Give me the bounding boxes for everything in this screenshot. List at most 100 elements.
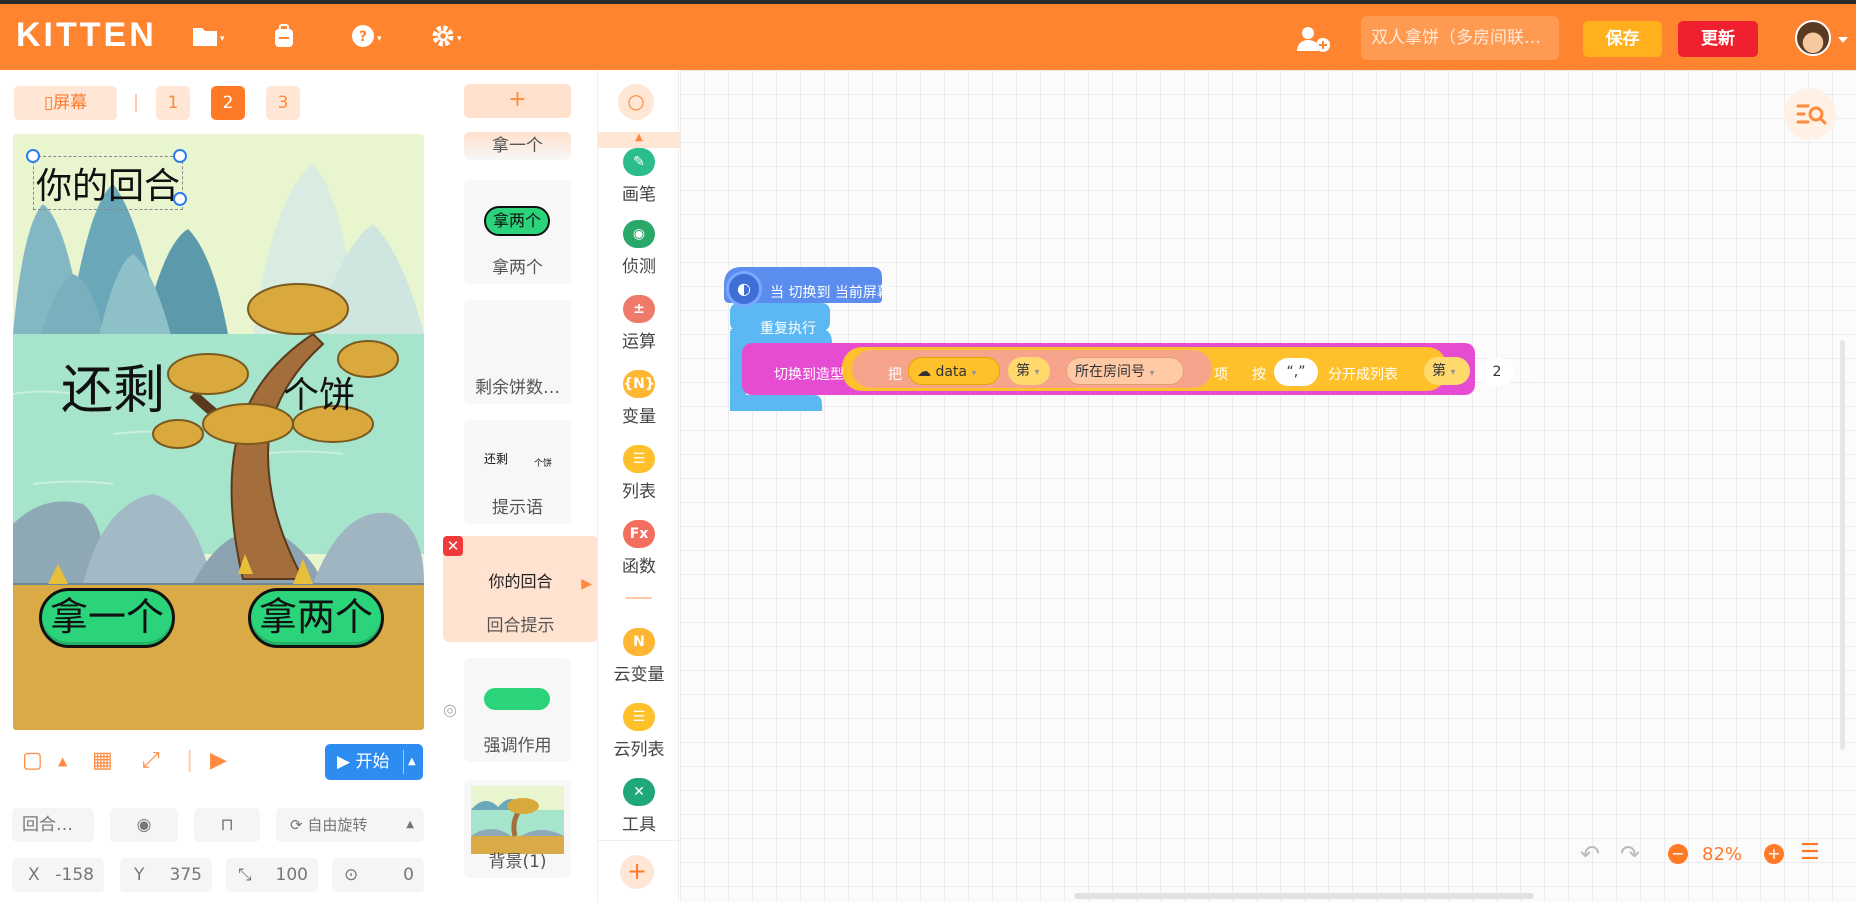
chevron-right-icon[interactable]: ▶	[581, 576, 592, 592]
repeat-forever-block[interactable]: 重复执行	[760, 318, 816, 338]
align-blocks-icon[interactable]: ☰	[1800, 840, 1820, 865]
take-two-button[interactable]: 拿两个	[248, 588, 384, 648]
project-name-field[interactable]: 双人拿饼（多房间联…	[1361, 16, 1559, 60]
sprite-item[interactable]: 剩余饼数…	[464, 300, 571, 404]
undo-icon[interactable]: ↶	[1580, 840, 1600, 868]
unlock-icon: ⊓	[220, 815, 234, 835]
block-text: 按	[1252, 367, 1266, 383]
category-pen[interactable]: ✎ 画笔	[598, 148, 680, 205]
sprite-name-field[interactable]: 回合…	[12, 808, 94, 842]
category-cloud-variables[interactable]: N 云变量	[598, 628, 680, 685]
add-extension-button[interactable]: +	[620, 855, 654, 889]
search-icon[interactable]: ○	[618, 84, 654, 120]
sprite-thumbnail	[484, 688, 550, 710]
category-operators[interactable]: ± 运算	[598, 295, 680, 352]
sprite-name: 强调作用	[483, 736, 552, 756]
sprite-thumbnail: 还剩	[484, 452, 509, 466]
screen-tab-1[interactable]: 1	[156, 86, 190, 120]
when-switch-screen-block[interactable]: 当 切换到 当前屏幕	[770, 282, 891, 302]
code-workspace[interactable]: ◐ 当 切换到 当前屏幕 重复执行 切换到造型 把 ☁ data ▾ 第 ▾ 所…	[680, 70, 1856, 902]
category-tools[interactable]: ✕ 工具	[598, 778, 680, 835]
start-button[interactable]: ▶ 开始 ▲	[325, 744, 423, 780]
stage-size-icon[interactable]: ▢	[22, 748, 43, 773]
sensor-icon: ◉	[623, 220, 655, 248]
remaining-text[interactable]: 还剩	[61, 348, 165, 423]
add-sprite-button[interactable]: +	[464, 84, 571, 118]
vertical-scrollbar[interactable]	[1840, 340, 1845, 750]
rotation-mode-select[interactable]: ⟳ 自由旋转 ▲	[276, 808, 424, 842]
workspace-search-button[interactable]	[1784, 88, 1836, 140]
sprite-item[interactable]: 拿一个	[464, 132, 571, 160]
backpack-button[interactable]	[271, 24, 297, 54]
hidden-eye-icon[interactable]: ◎	[443, 700, 457, 719]
cloud-list-icon: ☰	[623, 703, 655, 731]
visibility-toggle[interactable]: ◉	[110, 808, 178, 842]
list-item-block[interactable]: 把	[888, 364, 902, 384]
settings-menu[interactable]: ▾	[431, 24, 462, 54]
save-button[interactable]: 保存	[1583, 21, 1662, 57]
divider	[135, 94, 137, 112]
help-menu[interactable]: ? ▾	[351, 24, 382, 54]
chevron-up-icon[interactable]: ▲	[408, 744, 416, 780]
redo-icon[interactable]: ↷	[1620, 840, 1640, 868]
item-mode-dropdown[interactable]: 第 ▾	[1008, 357, 1050, 385]
sprite-item-selected[interactable]: ✕ 你的回合 ▶ 回合提示	[443, 536, 598, 642]
horizontal-scrollbar[interactable]	[1074, 893, 1534, 899]
switch-costume-block[interactable]: 切换到造型	[774, 364, 844, 384]
category-label: 工具	[622, 815, 656, 835]
lock-toggle[interactable]: ⊓	[194, 808, 260, 842]
sprite-list: + 拿一个 拿两个 拿两个 剩余饼数… 还剩 个饼 提示语 ✕ 你的回合 ▶ 回…	[437, 70, 598, 902]
direction-field[interactable]: ⊙ 0	[332, 858, 424, 892]
x-field[interactable]: X -158	[12, 858, 104, 892]
stage-canvas[interactable]: 你的回合 还剩 个饼 拿一个 拿两个	[13, 134, 424, 730]
category-lists[interactable]: ☰ 列表	[598, 445, 680, 502]
room-number-dropdown[interactable]: 所在房间号 ▾	[1066, 357, 1184, 385]
sprite-name: 提示语	[492, 498, 543, 518]
category-label: 变量	[622, 407, 656, 427]
screen-tab-3[interactable]: 3	[266, 86, 300, 120]
chevron-up-icon[interactable]: ▲	[58, 754, 67, 768]
add-collaborator-button[interactable]	[1296, 25, 1332, 53]
update-button[interactable]: 更新	[1678, 21, 1758, 57]
sprite-item[interactable]: 背景(1)	[464, 780, 571, 878]
cloud-variable-dropdown[interactable]: ☁ data ▾	[908, 357, 1000, 385]
sprite-item[interactable]: 强调作用	[464, 658, 571, 762]
sprite-item[interactable]: 还剩 个饼 提示语	[464, 420, 571, 524]
zoom-in-button[interactable]: +	[1764, 844, 1784, 864]
size-field[interactable]: ⤡ 100	[226, 858, 318, 892]
preview-icon[interactable]: ▶	[210, 748, 227, 773]
delete-sprite-button[interactable]: ✕	[443, 536, 463, 556]
grid-icon[interactable]: ▦	[92, 748, 113, 773]
separator-input[interactable]: “,”	[1274, 358, 1318, 386]
screen-manager-button[interactable]: ▯屏幕	[14, 86, 117, 120]
category-cloud-lists[interactable]: ☰ 云列表	[598, 703, 680, 760]
cakes-text[interactable]: 个饼	[283, 366, 355, 418]
category-functions[interactable]: Fx 函数	[598, 520, 680, 577]
fullscreen-icon[interactable]: ⤢	[142, 748, 160, 773]
top-bar: KITTEN ▾ ? ▾ ▾ 双人拿饼（多房间联… 保存 更新	[0, 0, 1856, 70]
sprite-item[interactable]: 拿两个 拿两个	[464, 180, 571, 284]
index-mode-dropdown[interactable]: 第 ▾	[1424, 357, 1470, 385]
rotate-icon: ⟳	[290, 816, 303, 834]
category-label: 列表	[622, 482, 656, 502]
file-menu[interactable]: ▾	[192, 24, 225, 54]
event-hat-icon: ◐	[726, 271, 762, 307]
backpack-icon	[271, 23, 297, 55]
size-icon: ⤡	[238, 865, 252, 885]
y-field[interactable]: Y 375	[120, 858, 212, 892]
screen-switch-icon: ◐	[737, 279, 751, 298]
index-input[interactable]: 2	[1479, 358, 1515, 386]
category-sensing[interactable]: ◉ 侦测	[598, 220, 680, 277]
scroll-up-arrow[interactable]: ▲	[598, 132, 680, 148]
zoom-out-button[interactable]: −	[1668, 844, 1688, 864]
block-category-list: ○ ▲ ✎ 画笔 ◉ 侦测 ± 运算 {N} 变量 ☰ 列表 Fx 函数 N 云…	[597, 70, 680, 902]
take-one-button[interactable]: 拿一个	[39, 588, 175, 648]
app-logo: KITTEN	[16, 16, 157, 54]
play-icon: ▶	[337, 752, 351, 772]
screen-tab-2[interactable]: 2	[211, 86, 245, 120]
chevron-down-icon[interactable]	[1838, 37, 1848, 43]
avatar[interactable]	[1795, 20, 1831, 56]
sprite-name: 剩余饼数…	[475, 378, 560, 398]
x-value: -158	[55, 865, 94, 885]
category-variables[interactable]: {N} 变量	[598, 370, 680, 427]
